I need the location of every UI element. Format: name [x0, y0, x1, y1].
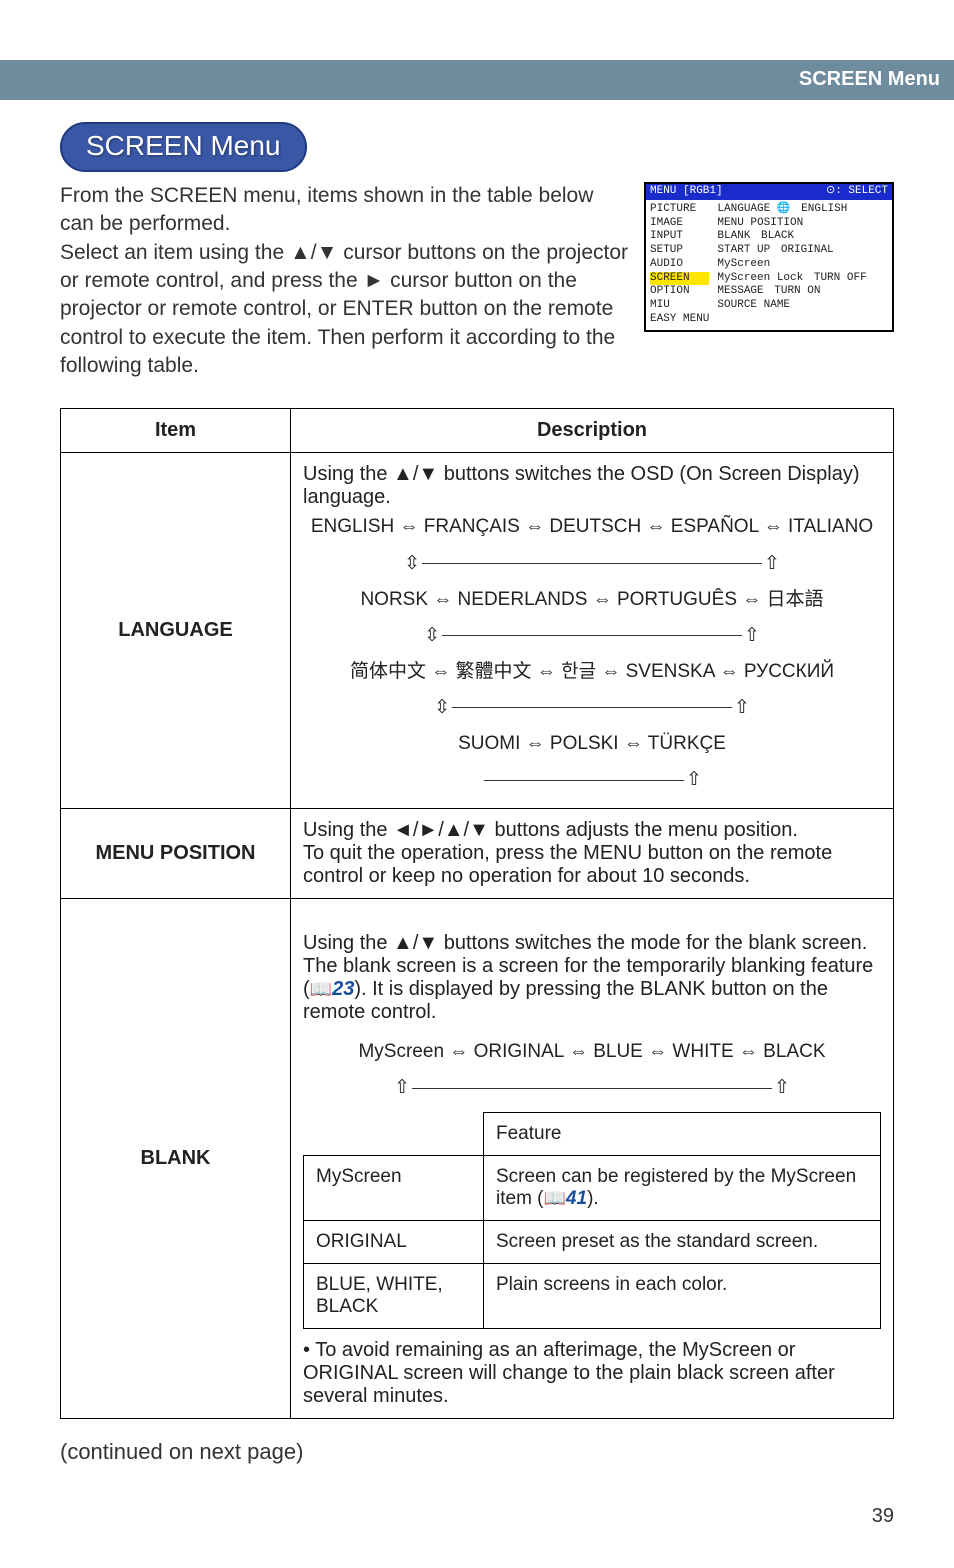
osd-preview: MENU [RGB1] ⊙: SELECT PICTUREIMAGEINPUTS…	[644, 182, 894, 332]
row-menu-position-desc: Using the ◄/►/▲/▼ buttons adjusts the me…	[291, 809, 894, 899]
osd-left-item: EASY MENU	[650, 313, 709, 327]
flow-up-icon: ⇧	[734, 697, 750, 718]
blank-cycle: MyScreen ⇔ ORIGINAL ⇔ BLUE ⇔ WHITE ⇔ BLA…	[358, 1034, 825, 1070]
osd-left-item: PICTURE	[650, 203, 709, 217]
manual-ref-icon: 📖	[310, 979, 332, 1000]
description-table: Item Description LANGUAGE Using the ▲/▼ …	[60, 408, 894, 1419]
screen-menu-badge: SCREEN Menu	[60, 122, 307, 172]
flow-up-icon: ⇧	[774, 1077, 790, 1098]
blank-feature-table: Feature MyScreen Screen can be registere…	[303, 1112, 881, 1329]
osd-right-item: BLANK BLACK	[717, 230, 888, 244]
osd-left-item: INPUT	[650, 230, 709, 244]
page-number: 39	[0, 1465, 954, 1528]
flow-up-icon: ⇧	[764, 553, 780, 574]
osd-left-column: PICTUREIMAGEINPUTSETUPAUDIOSCREENOPTIONM…	[646, 200, 713, 330]
lang-line-3: 简体中文 ⇔ 繁體中文 ⇔ 한글 ⇔ SVENSKA ⇔ РУССКИЙ	[350, 654, 834, 690]
osd-header-left: MENU [RGB1]	[650, 185, 723, 199]
section-header-title: SCREEN Menu	[799, 68, 940, 91]
row-blank-desc: Using the ▲/▼ buttons switches the mode …	[291, 899, 894, 1419]
row-menu-position-label: MENU POSITION	[61, 809, 291, 899]
osd-left-item: MIU	[650, 299, 709, 313]
blank-ref-23: 23	[332, 978, 354, 1000]
section-header-bar: SCREEN Menu	[0, 60, 954, 100]
globe-icon: 🌐	[777, 203, 791, 217]
intro-paragraph: From the SCREEN menu, items shown in the…	[60, 182, 630, 380]
feature-original-val: Screen preset as the standard screen.	[484, 1221, 881, 1264]
continued-note: (continued on next page)	[60, 1439, 954, 1465]
osd-right-column: LANGUAGE 🌐 ENGLISHMENU POSITIONBLANK BLA…	[713, 200, 892, 330]
osd-left-item: SCREEN	[650, 272, 709, 286]
blank-note: • To avoid remaining as an afterimage, t…	[303, 1339, 881, 1408]
osd-right-item: MENU POSITION	[717, 217, 888, 231]
flow-connector-icon: ⇳	[434, 697, 450, 718]
osd-right-item: SOURCE NAME	[717, 299, 888, 313]
flow-connector-icon: ⇳	[404, 553, 420, 574]
lang-line-2: NORSK ⇔ NEDERLANDS ⇔ PORTUGUÊS ⇔ 日本語	[360, 582, 823, 618]
osd-right-item: LANGUAGE 🌐 ENGLISH	[717, 203, 888, 217]
feature-original-key: ORIGINAL	[304, 1221, 484, 1264]
feature-myscreen-val: Screen can be registered by the MyScreen…	[484, 1156, 881, 1221]
language-lead: Using the ▲/▼ buttons switches the OSD (…	[303, 463, 881, 509]
osd-right-item: MyScreen Lock TURN OFF	[717, 272, 888, 286]
flow-up-icon: ⇧	[394, 1077, 410, 1098]
manual-ref-icon: 📖	[544, 1188, 566, 1209]
lang-line-1: ENGLISH ⇔ FRANÇAIS ⇔ DEUTSCH ⇔ ESPAÑOL ⇔…	[311, 509, 873, 545]
osd-left-item: AUDIO	[650, 258, 709, 272]
osd-left-item: OPTION	[650, 285, 709, 299]
osd-left-item: IMAGE	[650, 217, 709, 231]
col-desc-head: Description	[291, 409, 894, 453]
select-icon: ⊙	[826, 185, 835, 197]
osd-header-right: ⊙: SELECT	[826, 185, 888, 199]
osd-right-item: MyScreen	[717, 258, 888, 272]
feature-myscreen-key: MyScreen	[304, 1156, 484, 1221]
osd-right-item: START UP ORIGINAL	[717, 244, 888, 258]
flow-up-icon: ⇧	[686, 769, 702, 790]
lang-line-4: SUOMI ⇔ POLSKI ⇔ TÜRKÇE	[458, 726, 726, 762]
feature-colors-key: BLUE, WHITE, BLACK	[304, 1264, 484, 1329]
feature-colors-val: Plain screens in each color.	[484, 1264, 881, 1329]
col-item-head: Item	[61, 409, 291, 453]
row-language-label: LANGUAGE	[61, 453, 291, 809]
osd-left-item: SETUP	[650, 244, 709, 258]
blank-ref-41: 41	[566, 1188, 587, 1209]
feature-head: Feature	[484, 1113, 881, 1156]
blank-lead-b: ). It is displayed by pressing the BLANK…	[303, 978, 828, 1023]
row-language-desc: Using the ▲/▼ buttons switches the OSD (…	[291, 453, 894, 809]
osd-right-item: MESSAGE TURN ON	[717, 285, 888, 299]
row-blank-label: BLANK	[61, 899, 291, 1419]
flow-connector-icon: ⇳	[424, 625, 440, 646]
flow-up-icon: ⇧	[744, 625, 760, 646]
